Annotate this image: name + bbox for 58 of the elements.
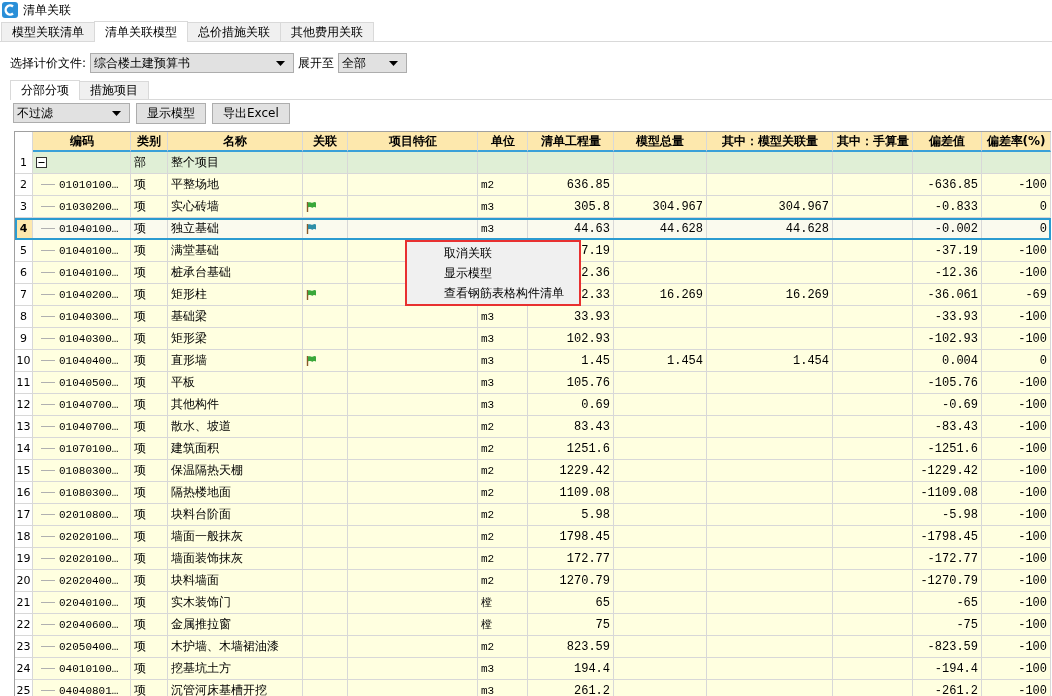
expand-label: 展开至 <box>298 54 335 72</box>
table-cell: m3 <box>478 680 528 696</box>
table-cell: 01040100… <box>59 244 119 257</box>
table-cell: 01040700… <box>59 398 119 411</box>
table-cell: 02040600… <box>59 618 119 631</box>
row-number: 20 <box>15 570 33 592</box>
row-number: 5 <box>15 240 33 262</box>
table-cell: 02020100… <box>59 530 119 543</box>
table-cell: 01040300… <box>59 332 119 345</box>
table-cell: 01040100… <box>59 222 119 235</box>
table-cell: 01030200… <box>59 200 119 213</box>
table-cell: 项 <box>131 680 168 696</box>
table-cell: 02020400… <box>59 574 119 587</box>
table-cell: 01080300… <box>59 464 119 477</box>
row-number: 3 <box>15 196 33 218</box>
table-cell: 01040400… <box>59 354 119 367</box>
row-number: 9 <box>15 328 33 350</box>
row-number: 14 <box>15 438 33 460</box>
table-cell: 261.2 <box>528 680 614 696</box>
table-cell: 01080300… <box>59 486 119 499</box>
row-number: 18 <box>15 526 33 548</box>
table-cell: 02040100… <box>59 596 119 609</box>
row-number: 8 <box>15 306 33 328</box>
table-cell: 01040100… <box>59 266 119 279</box>
table-cell: 02050400… <box>59 640 119 653</box>
row-number: 6 <box>15 262 33 284</box>
row-number: 19 <box>15 548 33 570</box>
row-number: 4 <box>15 218 33 240</box>
table-cell: 02010800… <box>59 508 119 521</box>
window-title: 清单关联 <box>23 1 71 19</box>
row-number: 17 <box>15 504 33 526</box>
table-cell: 01040700… <box>59 420 119 433</box>
row-number: 23 <box>15 636 33 658</box>
table-cell: 02020100… <box>59 552 119 565</box>
table-cell: -261.2 <box>913 680 982 696</box>
table-cell: 01040300… <box>59 310 119 323</box>
table-cell: 04040801… <box>59 684 119 696</box>
row-number: 16 <box>15 482 33 504</box>
row-number: 22 <box>15 614 33 636</box>
table-cell: 01040200… <box>59 288 119 301</box>
table-cell: 01070100… <box>59 442 119 455</box>
row-number: 24 <box>15 658 33 680</box>
table-cell: 01040500… <box>59 376 119 389</box>
table-cell: -100 <box>982 680 1051 696</box>
row-number: 21 <box>15 592 33 614</box>
table-cell: 04010100… <box>59 662 119 675</box>
row-number: 15 <box>15 460 33 482</box>
row-number: 10 <box>15 350 33 372</box>
row-number: 2 <box>15 174 33 196</box>
row-number: 12 <box>15 394 33 416</box>
row-number: 7 <box>15 284 33 306</box>
row-number: 25 <box>15 680 33 696</box>
table-cell: 沉管河床基槽开挖 <box>168 680 303 696</box>
table-cell: 01010100… <box>59 178 119 191</box>
row-number: 13 <box>15 416 33 438</box>
row-number: 11 <box>15 372 33 394</box>
row-number: 1 <box>15 152 33 174</box>
file-label: 选择计价文件: <box>10 54 87 72</box>
